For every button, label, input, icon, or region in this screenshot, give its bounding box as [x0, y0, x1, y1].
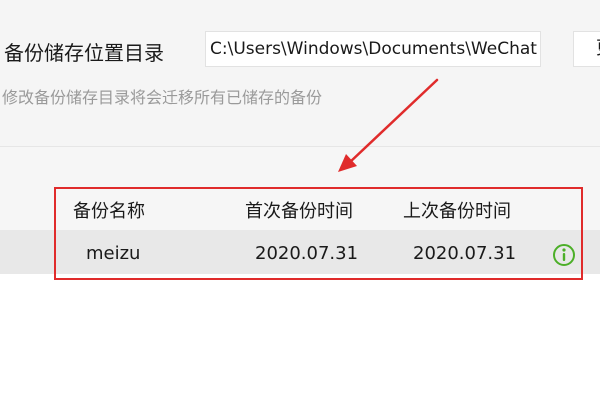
- change-directory-button[interactable]: 更改: [573, 31, 600, 67]
- backup-settings-panel: [0, 0, 600, 146]
- backup-path-input[interactable]: C:\Users\Windows\Documents\WeChat Files: [205, 31, 541, 67]
- backup-location-hint: 修改备份储存目录将会迁移所有已储存的备份: [2, 88, 323, 107]
- annotation-highlight-box: [54, 187, 583, 280]
- backup-location-label: 备份储存位置目录: [4, 41, 164, 65]
- table-empty-area: [0, 274, 600, 400]
